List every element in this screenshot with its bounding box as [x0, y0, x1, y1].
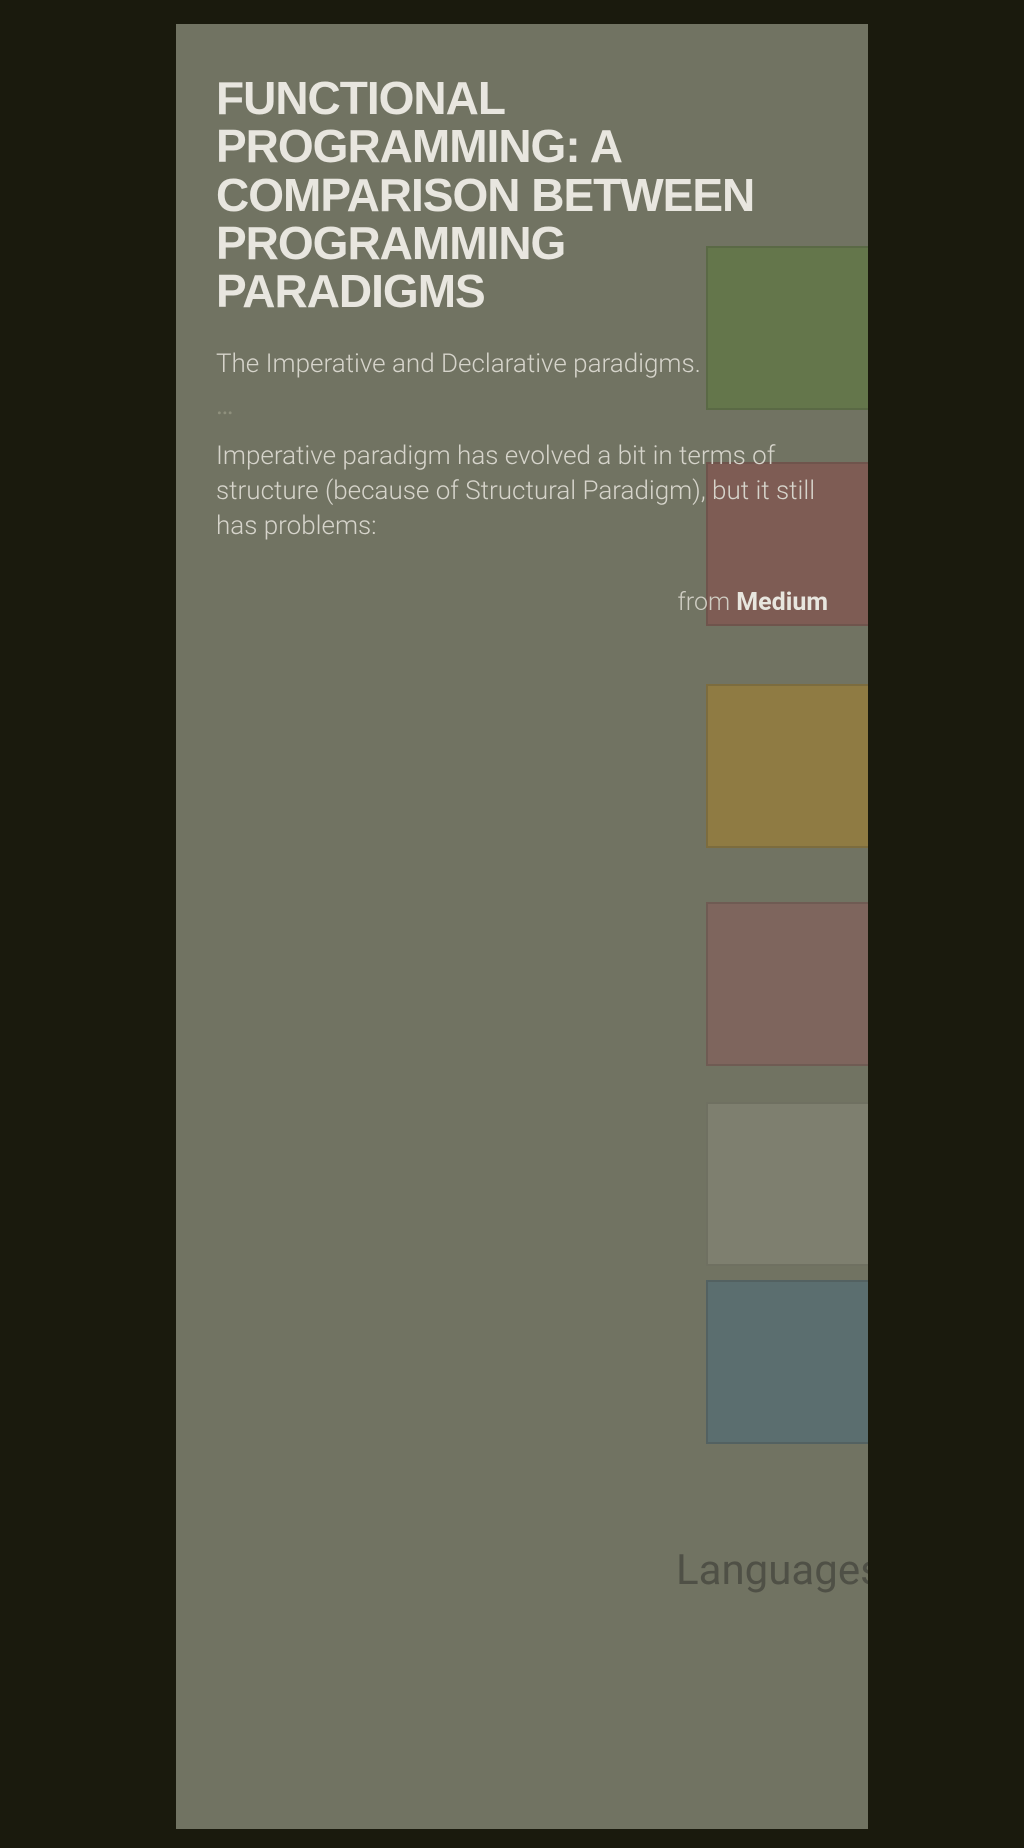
article-card[interactable]: Languages f FUNCTIONAL PROGRAMMING: A CO… [176, 24, 868, 1829]
diagram-label: Languages [676, 1546, 868, 1595]
legend-box-grey [706, 1102, 868, 1266]
source-name[interactable]: Medium [736, 588, 828, 617]
article-body: Imperative paradigm has evolved a bit in… [216, 439, 828, 544]
source-line: from Medium [216, 588, 828, 617]
article-subtitle: The Imperative and Declarative paradigms… [216, 347, 828, 382]
article-title: FUNCTIONAL PROGRAMMING: A COMPARISON BET… [216, 74, 828, 315]
legend-box-mauve [706, 902, 868, 1066]
source-prefix: from [678, 588, 737, 617]
ellipsis-separator: … [216, 391, 828, 421]
card-content: FUNCTIONAL PROGRAMMING: A COMPARISON BET… [176, 24, 868, 657]
legend-box-yellow [706, 684, 868, 848]
legend-box-blue [706, 1280, 868, 1444]
